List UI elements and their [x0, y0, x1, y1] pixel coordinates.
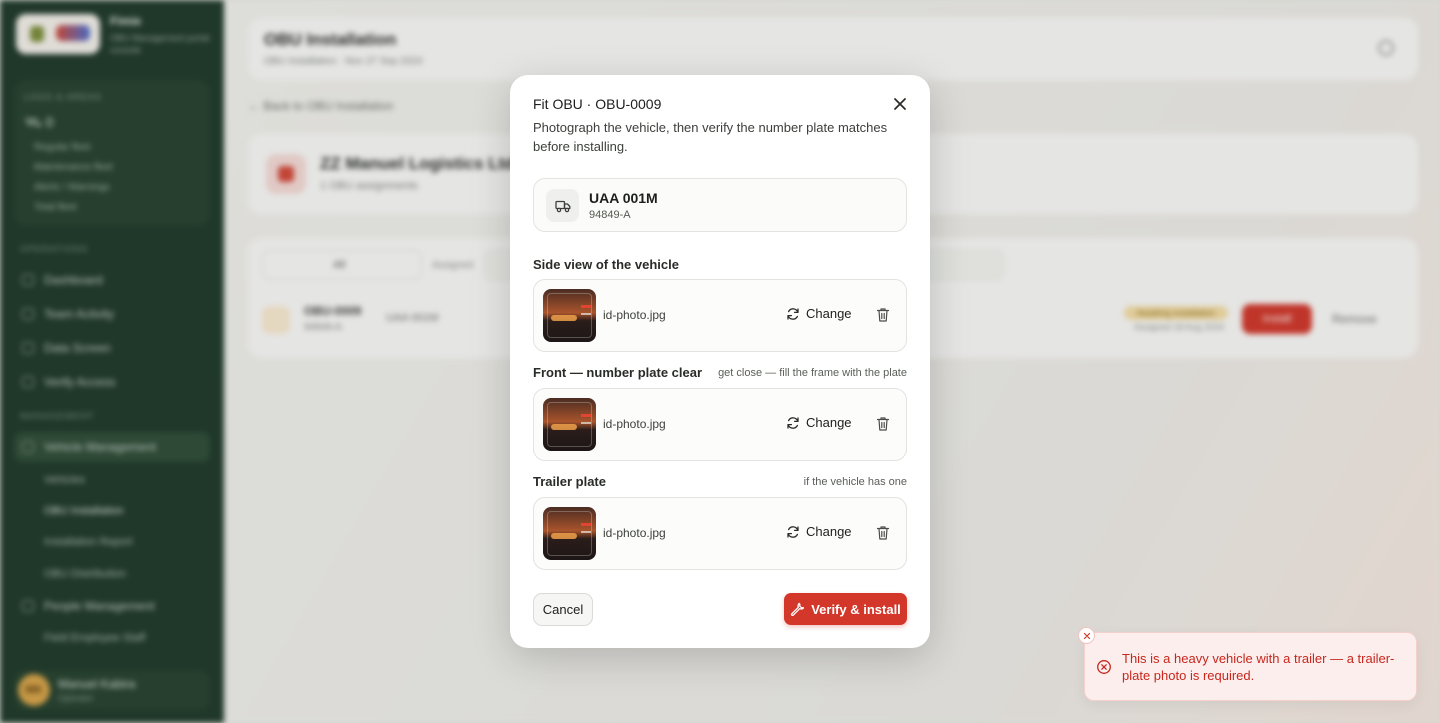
trash-icon[interactable]	[876, 416, 890, 432]
toast-close-button[interactable]	[1078, 627, 1095, 644]
verify-install-label: Verify & install	[811, 601, 901, 617]
photo-thumbnail	[543, 398, 596, 451]
error-circle-icon	[1097, 660, 1111, 674]
dialog-title: Fit OBU · OBU-0009	[533, 96, 662, 112]
change-photo-button[interactable]: Change	[786, 415, 852, 430]
refresh-icon	[787, 525, 799, 538]
error-toast: This is a heavy vehicle with a trailer —…	[1078, 627, 1417, 701]
front-plate-photo: id-photo.jpg Change	[533, 388, 907, 461]
photo-filename: id-photo.jpg	[603, 526, 666, 540]
refresh-icon	[787, 307, 799, 320]
trailer-plate-label: Trailer plate	[533, 474, 606, 489]
side-view-photo: id-photo.jpg Change	[533, 279, 907, 352]
change-label: Change	[806, 415, 852, 430]
toast-message: This is a heavy vehicle with a trailer —…	[1122, 651, 1395, 683]
fit-obu-dialog: Fit OBU · OBU-0009 Photograph the vehicl…	[510, 75, 930, 648]
photo-filename: id-photo.jpg	[603, 417, 666, 431]
photo-filename: id-photo.jpg	[603, 308, 666, 322]
verify-install-button[interactable]: Verify & install	[784, 593, 907, 625]
change-label: Change	[806, 524, 852, 539]
trailer-plate-photo: id-photo.jpg Change	[533, 497, 907, 570]
truck-icon	[546, 189, 579, 222]
vehicle-card: UAA 001M 94849-A	[533, 178, 907, 232]
front-plate-hint: get close — fill the frame with the plat…	[718, 367, 907, 379]
change-label: Change	[806, 306, 852, 321]
photo-thumbnail	[543, 289, 596, 342]
photo-thumbnail	[543, 507, 596, 560]
refresh-icon	[787, 416, 799, 429]
front-plate-label: Front — number plate clear	[533, 365, 703, 380]
close-icon[interactable]	[891, 95, 909, 113]
trash-icon[interactable]	[876, 525, 890, 541]
close-icon	[1083, 632, 1090, 639]
trailer-plate-hint: if the vehicle has one	[803, 476, 907, 488]
vehicle-plate: UAA 001M	[589, 190, 658, 206]
dialog-description: Photograph the vehicle, then verify the …	[533, 120, 888, 154]
side-view-label: Side view of the vehicle	[533, 257, 679, 272]
cancel-button[interactable]: Cancel	[533, 593, 593, 626]
vehicle-code: 94849-A	[589, 209, 631, 221]
change-photo-button[interactable]: Change	[786, 524, 852, 539]
trash-icon[interactable]	[876, 307, 890, 323]
wrench-icon	[791, 602, 805, 616]
change-photo-button[interactable]: Change	[786, 306, 852, 321]
